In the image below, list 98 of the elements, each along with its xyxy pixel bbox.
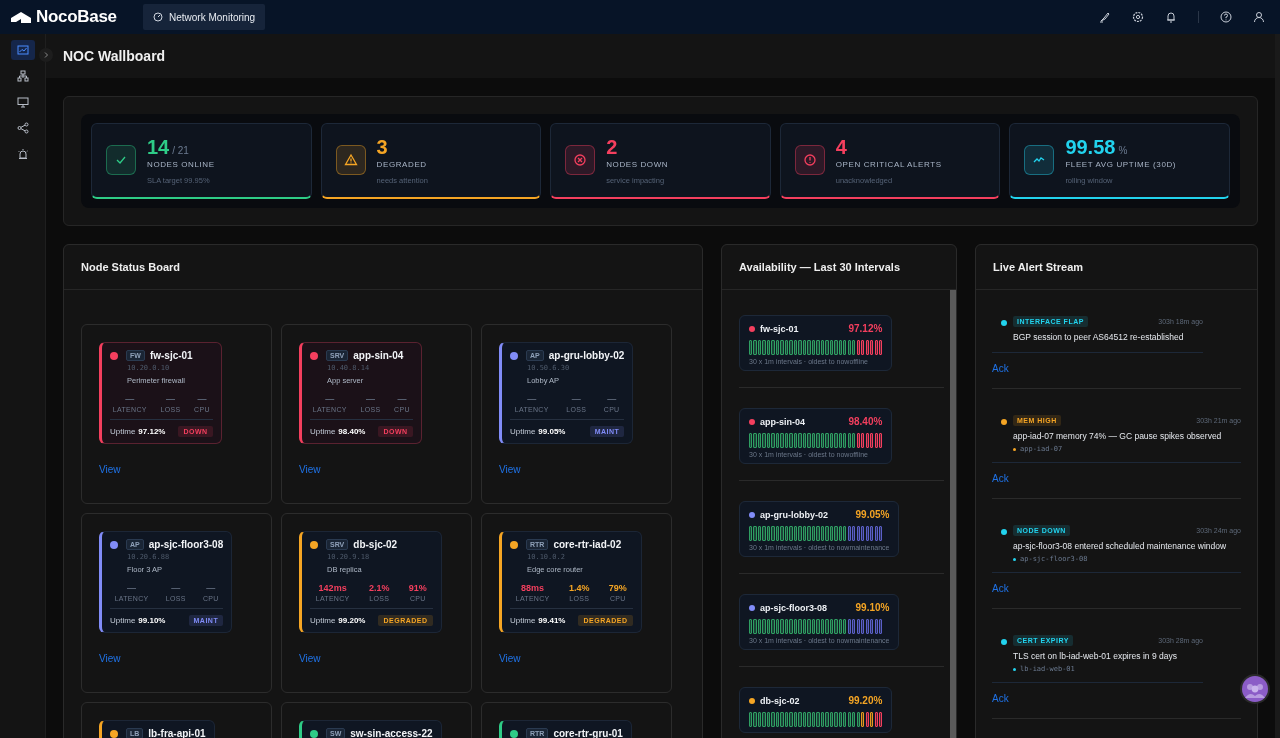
user-icon[interactable]	[1253, 11, 1265, 23]
bell-icon[interactable]	[1165, 11, 1177, 23]
page-title: NOC Wallboard	[63, 48, 166, 64]
node-name: ap-sjc-floor3-08	[148, 539, 224, 550]
logo-icon	[10, 9, 32, 25]
alert-icon	[794, 144, 825, 175]
uptime-value: 99.20%	[847, 695, 883, 706]
kpi-label: OPEN CRITICAL ALERTS	[835, 160, 942, 169]
uptime-label: Uptime	[310, 427, 336, 436]
metric-value: —	[527, 394, 537, 405]
settings-icon[interactable]	[1132, 11, 1144, 23]
alert-message: BGP session to peer AS64512 re-established	[1013, 331, 1185, 343]
metric-value: —	[125, 394, 135, 405]
metric-value: 142ms	[318, 583, 347, 594]
metric-value: —	[365, 394, 375, 405]
kpi-label: NODES DOWN	[606, 160, 669, 169]
metric-value: 1.4%	[568, 583, 590, 594]
panel-title: Live Alert Stream	[993, 261, 1084, 273]
help-icon[interactable]	[1220, 11, 1232, 23]
uptime-value: 99.10%	[138, 616, 166, 625]
uptime-value: 99.05%	[854, 509, 890, 520]
ack-link[interactable]: Ack	[992, 363, 1241, 374]
ok-icon	[106, 144, 136, 175]
node-name: app-sin-04	[353, 350, 404, 361]
down-icon	[565, 144, 596, 175]
view-link[interactable]: View	[299, 464, 471, 475]
kpi-value: 4	[835, 136, 847, 158]
metric-value: —	[607, 394, 617, 405]
ack-link[interactable]: Ack	[992, 693, 1241, 704]
view-link[interactable]: View	[499, 464, 671, 475]
metric-value: 91%	[408, 583, 427, 594]
uptime-value: 99.10%	[854, 602, 890, 613]
kpi-label: NODES ONLINE	[147, 160, 215, 169]
node-name: core-rtr-iad-02	[553, 539, 622, 550]
brush-icon[interactable]	[1099, 11, 1111, 23]
monitor-icon	[16, 96, 29, 108]
hierarchy-icon	[16, 70, 29, 82]
view-link[interactable]: View	[99, 464, 271, 475]
view-link[interactable]: View	[299, 653, 471, 664]
node-name: ap-gru-lobby-02	[548, 350, 625, 361]
uptime-label: Uptime	[110, 616, 136, 625]
uptime-value: 99.41%	[538, 616, 566, 625]
uptime-label: Uptime	[310, 616, 336, 625]
warning-icon	[335, 144, 366, 175]
uptime-label: Uptime	[110, 427, 136, 436]
node-name: sw-sin-access-22	[350, 728, 433, 738]
view-link[interactable]: View	[99, 653, 271, 664]
kpi-value: 3	[376, 136, 388, 158]
alarm-icon	[16, 148, 29, 160]
kpi-value: 14	[147, 136, 170, 158]
uptime-label: Uptime	[510, 616, 536, 625]
view-link[interactable]: View	[499, 653, 671, 664]
node-name: fw-sjc-01	[149, 350, 193, 361]
kpi-value: 2	[606, 136, 618, 158]
metric-value: —	[397, 394, 407, 405]
alert-message: ap-sjc-floor3-08 entered scheduled maintenance window	[1013, 540, 1228, 552]
uptime-value: 97.12%	[847, 323, 883, 334]
metric-value: 88ms	[521, 583, 545, 594]
uptime-value: 99.05%	[538, 427, 566, 436]
metric-value: 79%	[608, 583, 627, 594]
chart-icon	[16, 44, 29, 56]
kpi-value: 99.58	[1065, 136, 1116, 158]
metric-value: —	[171, 583, 181, 594]
node-name: db-sjc-02	[760, 695, 800, 706]
uptime-value: 99.20%	[338, 616, 366, 625]
scrollbar[interactable]	[950, 290, 956, 738]
node-name: ap-sjc-floor3-08	[760, 602, 828, 613]
node-name: db-sjc-02	[353, 539, 398, 550]
kpi-unit: %	[1118, 145, 1128, 156]
app-tab[interactable]: Network Monitoring	[143, 4, 266, 30]
metric-value: —	[571, 394, 581, 405]
logo-text: NocoBase	[36, 7, 117, 27]
metric-value: —	[206, 583, 216, 594]
panel-title: Availability — Last 30 Intervals	[739, 261, 900, 273]
metric-value: —	[127, 583, 137, 594]
metric-value: 2.1%	[368, 583, 390, 594]
kpi-label: DEGRADED	[376, 160, 428, 169]
alert-message: TLS cert on lb-iad-web-01 expires in 9 days	[1013, 650, 1178, 662]
uptime-label: Uptime	[510, 427, 536, 436]
node-name: fw-sjc-01	[760, 323, 799, 334]
alert-message: app-iad-07 memory 74% — GC pause spikes observed	[1013, 430, 1223, 442]
metric-value: —	[197, 394, 207, 405]
node-name: ap-gru-lobby-02	[760, 509, 828, 520]
uptime-icon	[1024, 144, 1055, 175]
metric-value: —	[165, 394, 175, 405]
metric-value: —	[325, 394, 335, 405]
panel-title: Node Status Board	[81, 261, 180, 273]
kpi-label: FLEET AVG UPTIME (30D)	[1065, 160, 1177, 169]
node-name: app-sin-04	[760, 416, 805, 427]
uptime-value: 98.40%	[847, 416, 883, 427]
share-icon	[16, 122, 29, 134]
ack-link[interactable]: Ack	[992, 583, 1241, 594]
uptime-value: 98.40%	[338, 427, 366, 436]
kpi-total: / 21	[172, 145, 189, 156]
support-avatar[interactable]	[1240, 674, 1270, 704]
ack-link[interactable]: Ack	[992, 473, 1241, 484]
uptime-value: 97.12%	[138, 427, 166, 436]
gauge-icon	[153, 12, 163, 22]
